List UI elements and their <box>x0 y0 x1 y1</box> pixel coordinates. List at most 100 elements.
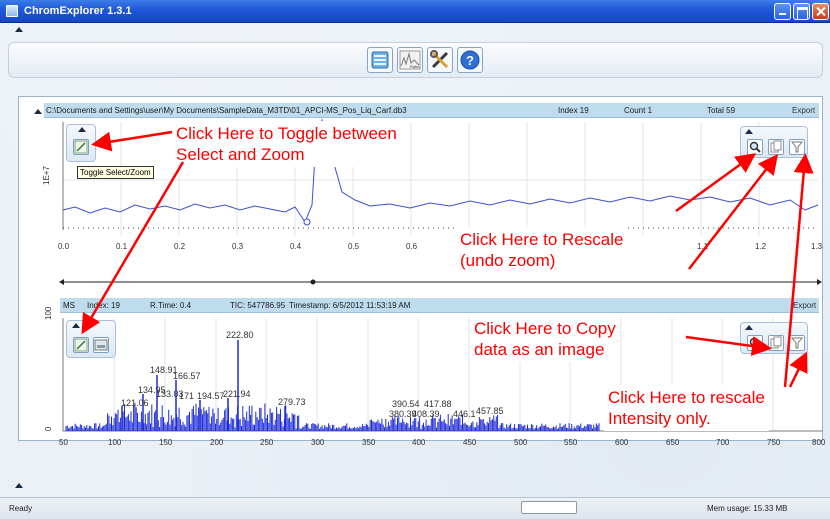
chromatogram-toggle-group <box>66 124 96 162</box>
copy-image-button[interactable] <box>768 139 784 155</box>
callout-line: Click Here to rescale <box>608 388 765 407</box>
peak-label: 194.57 <box>197 391 225 401</box>
spectrum-x-tick: 100 <box>108 438 122 447</box>
toggle-group-collapse-icon[interactable] <box>78 127 86 132</box>
file-path: C:\Documents and Settings\user\My Docume… <box>46 106 407 115</box>
spectrum-x-tick: 450 <box>463 438 477 447</box>
magnifier-icon <box>749 141 761 153</box>
collapse-status-icon[interactable] <box>15 483 23 488</box>
close-icon <box>813 4 828 19</box>
tools-group-collapse-icon[interactable] <box>745 129 753 134</box>
peak-label: 222.80 <box>226 330 254 340</box>
select-zoom-icon <box>74 140 88 154</box>
spectrum-x-tick: 500 <box>514 438 528 447</box>
spectrum-index: Index: 19 <box>87 301 120 310</box>
chromatogram-x-tick: 0.5 <box>348 242 360 251</box>
peak-label: 446.1 <box>453 409 476 419</box>
app-icon <box>6 5 18 17</box>
rescale-callout: Click Here to Rescale (undo zoom) <box>456 227 628 273</box>
status-ready: Ready <box>9 504 33 513</box>
svg-text:?: ? <box>466 53 474 68</box>
spectrum-x-tick: 200 <box>210 438 224 447</box>
spectrum-x-tick: 550 <box>564 438 578 447</box>
callout-line: Select and Zoom <box>176 145 305 164</box>
chromatogram-tools-group <box>740 126 808 158</box>
callout-line: Click Here to Toggle between <box>176 124 397 143</box>
spectrum-x-tick: 650 <box>666 438 680 447</box>
copy-icon <box>770 140 782 153</box>
svg-text:Ratio: Ratio <box>410 64 420 69</box>
spectrum-export-link[interactable]: Export <box>793 301 816 310</box>
collapse-toolbar-icon[interactable] <box>15 27 23 32</box>
chromatogram-x-tick: 0.6 <box>406 242 418 251</box>
select-zoom-icon <box>74 338 88 352</box>
magnifier-icon <box>749 337 761 349</box>
memory-usage: Mem usage: 15.33 MB <box>707 504 788 513</box>
chromatogram-x-tick: 1.3 <box>811 242 823 251</box>
maximize-button[interactable] <box>793 3 810 20</box>
rescale-intensity-button[interactable] <box>789 139 805 155</box>
chromatogram-x-tick: 0.0 <box>58 242 70 251</box>
spectrum-rescale-intensity-button[interactable] <box>789 335 805 351</box>
spectrum-tools-collapse-icon[interactable] <box>745 325 753 330</box>
peak-label: 166.57 <box>173 371 201 381</box>
maximize-icon <box>794 4 809 20</box>
help-button[interactable]: ? <box>457 47 483 73</box>
tools-button[interactable] <box>427 47 453 73</box>
spectrum-header: MS Index: 19 R.Time: 0.4 TIC: 547786.95 … <box>60 298 819 313</box>
spectrum-x-tick: 600 <box>615 438 629 447</box>
spectrum-tic: TIC: 547786.95 <box>230 301 286 310</box>
spectrum-x-tick: 400 <box>412 438 426 447</box>
spectrum-x-tick: 50 <box>59 438 68 447</box>
window-title: ChromExplorer 1.3.1 <box>24 5 132 17</box>
open-file-button[interactable] <box>367 47 393 73</box>
callout-line: (undo zoom) <box>460 251 556 270</box>
collapse-chromatogram-icon[interactable] <box>34 109 42 114</box>
chromatogram-total: Total 59 <box>707 106 736 115</box>
chromatogram-header: C:\Documents and Settings\user\My Docume… <box>44 103 819 118</box>
copy-icon <box>770 336 782 349</box>
chromatogram-x-tick: 1.1 <box>697 242 709 251</box>
main-toolbar: Ratio ? <box>8 42 823 78</box>
chromatogram-x-tick: 0.3 <box>232 242 244 251</box>
spectrum-type: MS <box>63 301 75 310</box>
spectrum-rescale-button[interactable] <box>747 335 763 351</box>
peak-label: 171 <box>179 391 195 401</box>
minimize-icon <box>775 4 790 19</box>
callout-line: Click Here to Rescale <box>460 230 624 249</box>
funnel-icon <box>790 337 804 349</box>
title-bar: ChromExplorer 1.3.1 <box>0 0 830 23</box>
chromatogram-x-tick: 0.2 <box>174 242 186 251</box>
toggle-tooltip: Toggle Select/Zoom <box>77 166 154 179</box>
toggle-select-zoom-button[interactable] <box>73 139 89 155</box>
help-icon: ? <box>460 50 480 70</box>
peak-label: 457.85 <box>476 406 504 416</box>
chromatogram-export-link[interactable]: Export <box>792 106 815 115</box>
chromatogram-count: Count 1 <box>624 106 653 115</box>
spectrum-timestamp: Timestamp: 6/5/2012 11:53:19 AM <box>289 301 411 310</box>
spectrum-view-button[interactable] <box>93 337 109 353</box>
chart-button[interactable]: Ratio <box>397 47 423 73</box>
spectrum-toggle-group <box>66 320 116 358</box>
spectrum-group-collapse-icon[interactable] <box>72 323 80 328</box>
open-file-icon <box>371 51 389 69</box>
spectrum-tools-group <box>740 322 808 354</box>
rescale-button[interactable] <box>747 139 763 155</box>
chromatogram-x-tick: 0.1 <box>116 242 128 251</box>
spectrum-x-tick: 150 <box>159 438 173 447</box>
spectrum-copy-image-button[interactable] <box>768 335 784 351</box>
spectrum-select-zoom-button[interactable] <box>73 337 89 353</box>
peak-label: 417.88 <box>424 399 452 409</box>
callout-line: data as an image <box>474 340 605 359</box>
spectrum-x-tick: 800 <box>812 438 826 447</box>
peak-label: 121.06 <box>121 398 149 408</box>
spectrum-x-tick: 350 <box>362 438 376 447</box>
callout-line: Intensity only. <box>608 409 711 428</box>
chromatogram-x-tick: 0.4 <box>290 242 302 251</box>
chromatogram-y-tick: 1E+7 <box>42 166 51 185</box>
peak-label: 221.94 <box>223 389 251 399</box>
chromatogram-index: Index 19 <box>558 106 589 115</box>
close-button[interactable] <box>812 3 829 20</box>
spectrum-y-tick: 0 <box>44 426 53 431</box>
minimize-button[interactable] <box>774 3 791 20</box>
